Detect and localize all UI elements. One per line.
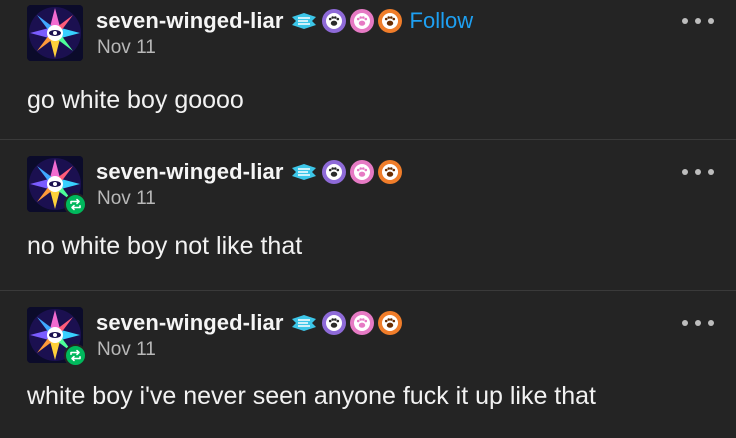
purple-paw-badge-icon[interactable] — [321, 9, 346, 33]
orange-paw-badge-icon[interactable] — [377, 160, 402, 184]
post-body-text: no white boy not like that — [27, 232, 303, 260]
avatar[interactable] — [27, 5, 83, 61]
cyan-wing-badge-icon[interactable] — [290, 311, 318, 335]
pink-paw-badge-icon[interactable] — [349, 160, 374, 184]
more-dots-icon[interactable] — [682, 316, 714, 330]
username-link[interactable]: seven-winged-liar — [96, 159, 284, 185]
more-dots-icon[interactable] — [682, 14, 714, 28]
post-feed: seven-winged-liar Follow Nov 11 go white… — [0, 0, 736, 438]
badge-group — [290, 311, 402, 335]
post-header: seven-winged-liar — [96, 309, 402, 337]
post-date[interactable]: Nov 11 — [97, 188, 156, 210]
orange-paw-badge-icon[interactable] — [377, 311, 402, 335]
reblog-icon — [64, 344, 87, 367]
post: seven-winged-liar Follow Nov 11 go white… — [0, 0, 736, 139]
post: seven-winged-liar Nov 11 no white boy no… — [0, 140, 736, 290]
orange-paw-badge-icon[interactable] — [377, 9, 402, 33]
username-link[interactable]: seven-winged-liar — [96, 310, 284, 336]
pink-paw-badge-icon[interactable] — [349, 311, 374, 335]
post-date[interactable]: Nov 11 — [97, 37, 156, 59]
post: seven-winged-liar Nov 11 white boy i've … — [0, 291, 736, 438]
avatar[interactable] — [27, 156, 87, 216]
post-header: seven-winged-liar — [96, 158, 402, 186]
avatar-image — [27, 5, 83, 61]
more-dots-icon[interactable] — [682, 165, 714, 179]
reblog-icon — [64, 193, 87, 216]
post-date[interactable]: Nov 11 — [97, 339, 156, 361]
badge-group — [290, 160, 402, 184]
post-body-text: go white boy goooo — [27, 86, 244, 114]
cyan-wing-badge-icon[interactable] — [290, 160, 318, 184]
purple-paw-badge-icon[interactable] — [321, 160, 346, 184]
cyan-wing-badge-icon[interactable] — [290, 9, 318, 33]
purple-paw-badge-icon[interactable] — [321, 311, 346, 335]
post-header: seven-winged-liar Follow — [96, 7, 473, 35]
badge-group — [290, 9, 402, 33]
follow-button[interactable]: Follow — [410, 8, 474, 34]
username-link[interactable]: seven-winged-liar — [96, 8, 284, 34]
post-body-text: white boy i've never seen anyone fuck it… — [27, 382, 596, 410]
pink-paw-badge-icon[interactable] — [349, 9, 374, 33]
avatar[interactable] — [27, 307, 87, 367]
